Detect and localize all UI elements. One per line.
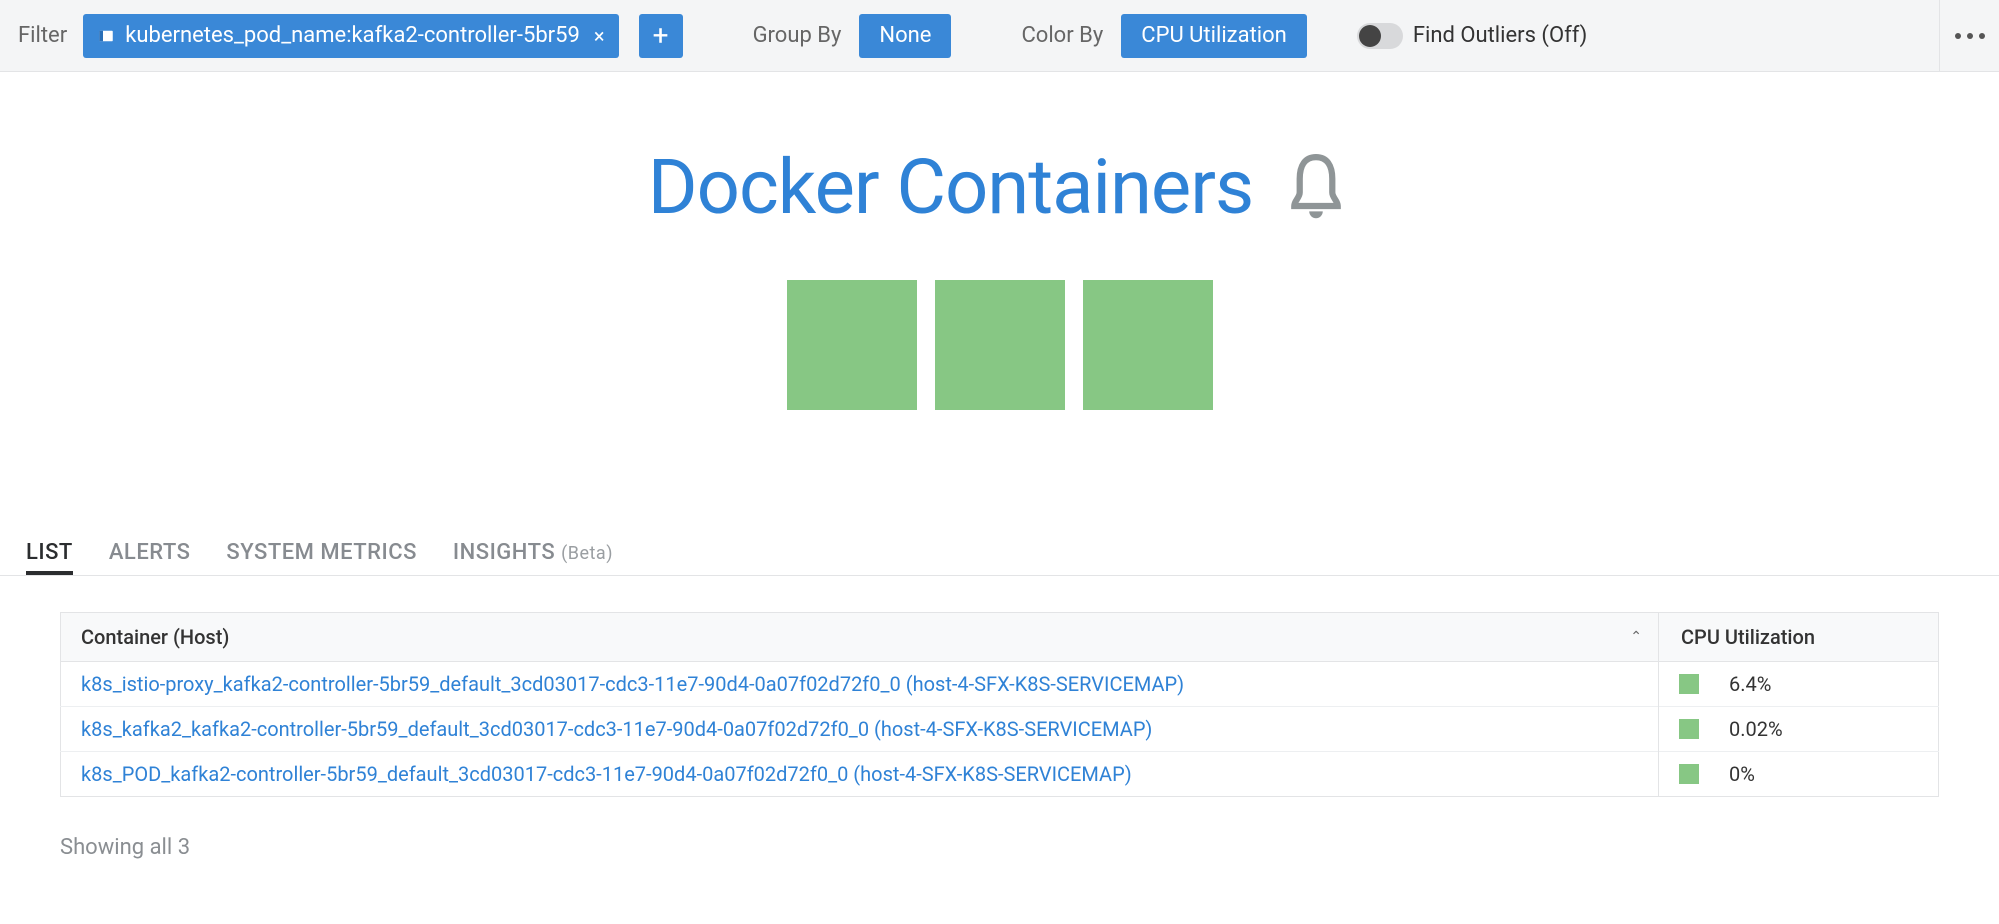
bell-icon[interactable]: [1281, 147, 1351, 227]
tab-list[interactable]: LIST: [26, 540, 73, 575]
group-by-control: Group By None: [753, 14, 952, 58]
tab-insights[interactable]: INSIGHTS (Beta): [453, 540, 613, 575]
container-tile[interactable]: [1083, 280, 1213, 410]
color-by-control: Color By CPU Utilization: [1021, 14, 1306, 58]
col-header-cpu[interactable]: CPU Utilization: [1659, 613, 1939, 662]
filter-chip-text: kubernetes_pod_name:kafka2-controller-5b…: [125, 23, 580, 48]
container-link[interactable]: k8s_POD_kafka2-controller-5br59_default_…: [81, 762, 1132, 786]
tab-system-metrics[interactable]: SYSTEM METRICS: [226, 540, 417, 575]
outliers-toggle[interactable]: [1357, 23, 1403, 49]
dimension-icon: [97, 27, 115, 45]
showing-count: Showing all 3: [0, 817, 1999, 870]
container-link[interactable]: k8s_kafka2_kafka2-controller-5br59_defau…: [81, 717, 1152, 741]
container-cell: k8s_istio-proxy_kafka2-controller-5br59_…: [61, 662, 1659, 707]
visualization-area: Docker Containers: [0, 72, 1999, 410]
container-table: Container (Host) ⌃ CPU Utilization k8s_i…: [60, 612, 1939, 797]
container-link[interactable]: k8s_istio-proxy_kafka2-controller-5br59_…: [81, 672, 1184, 696]
table-row: k8s_POD_kafka2-controller-5br59_default_…: [61, 752, 1939, 797]
cpu-cell: 6.4%: [1659, 662, 1939, 707]
outliers-label: Find Outliers (Off): [1413, 23, 1587, 48]
page-title[interactable]: Docker Containers: [648, 142, 1253, 232]
cpu-value: 0.02%: [1729, 717, 1783, 741]
toolbar: Filter kubernetes_pod_name:kafka2-contro…: [0, 0, 1999, 72]
more-menu-button[interactable]: [1939, 0, 1999, 71]
container-cell: k8s_kafka2_kafka2-controller-5br59_defau…: [61, 707, 1659, 752]
outliers-toggle-wrap: Find Outliers (Off): [1357, 23, 1593, 49]
cpu-cell: 0%: [1659, 752, 1939, 797]
cpu-color-swatch: [1679, 764, 1699, 784]
col-header-container[interactable]: Container (Host) ⌃: [61, 613, 1659, 662]
container-tiles: [0, 280, 1999, 410]
group-by-selector[interactable]: None: [859, 14, 951, 58]
tab-alerts[interactable]: ALERTS: [109, 540, 191, 575]
cpu-color-swatch: [1679, 674, 1699, 694]
dots-icon: [1955, 33, 1961, 39]
container-table-wrap: Container (Host) ⌃ CPU Utilization k8s_i…: [0, 576, 1999, 817]
container-cell: k8s_POD_kafka2-controller-5br59_default_…: [61, 752, 1659, 797]
close-icon[interactable]: ×: [594, 24, 605, 48]
color-by-selector[interactable]: CPU Utilization: [1121, 14, 1307, 58]
filter-chip[interactable]: kubernetes_pod_name:kafka2-controller-5b…: [83, 14, 618, 58]
cpu-color-swatch: [1679, 719, 1699, 739]
container-tile[interactable]: [787, 280, 917, 410]
tabs: LIST ALERTS SYSTEM METRICS INSIGHTS (Bet…: [0, 530, 1999, 576]
color-by-label: Color By: [1021, 23, 1103, 48]
add-filter-button[interactable]: +: [639, 14, 683, 58]
cpu-value: 6.4%: [1729, 672, 1771, 696]
toggle-knob: [1359, 25, 1381, 47]
table-row: k8s_istio-proxy_kafka2-controller-5br59_…: [61, 662, 1939, 707]
filter-label: Filter: [18, 23, 67, 48]
table-row: k8s_kafka2_kafka2-controller-5br59_defau…: [61, 707, 1939, 752]
sort-ascending-icon: ⌃: [1630, 629, 1642, 645]
group-by-label: Group By: [753, 23, 842, 48]
cpu-value: 0%: [1729, 762, 1755, 786]
container-tile[interactable]: [935, 280, 1065, 410]
cpu-cell: 0.02%: [1659, 707, 1939, 752]
